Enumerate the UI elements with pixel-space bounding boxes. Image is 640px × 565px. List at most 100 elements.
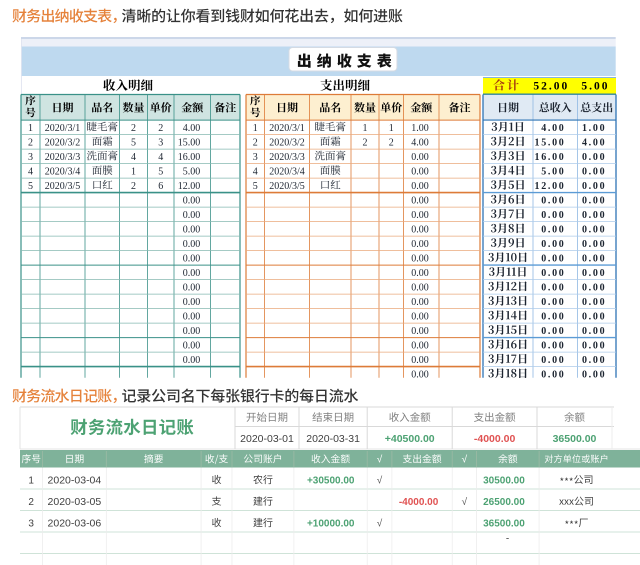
svg-text:2020/3/5: 2020/3/5: [45, 181, 81, 192]
svg-text:12.00: 12.00: [178, 181, 201, 192]
svg-text:0.00: 0.00: [582, 166, 606, 177]
svg-text:5: 5: [253, 181, 258, 192]
svg-text:0.00: 0.00: [582, 312, 606, 323]
svg-text:5: 5: [131, 137, 136, 148]
svg-text:4.00: 4.00: [183, 123, 201, 134]
svg-text:2: 2: [389, 137, 394, 148]
svg-text:0.00: 0.00: [582, 283, 606, 294]
svg-text:4.00: 4.00: [541, 123, 565, 134]
svg-text:3: 3: [158, 137, 163, 148]
svg-text:0.00: 0.00: [541, 341, 565, 352]
svg-text:0.00: 0.00: [582, 239, 606, 250]
svg-text:4: 4: [131, 152, 136, 163]
svg-text:4: 4: [158, 152, 163, 163]
svg-text:26500.00: 26500.00: [483, 497, 525, 508]
svg-text:0.00: 0.00: [183, 326, 201, 337]
svg-text:2: 2: [158, 123, 163, 134]
svg-text:0.00: 0.00: [183, 210, 201, 221]
svg-text:2020-03-05: 2020-03-05: [48, 496, 102, 508]
svg-text:0.00: 0.00: [411, 210, 429, 221]
svg-text:0.00: 0.00: [183, 254, 201, 265]
svg-text:1: 1: [389, 123, 394, 134]
svg-text:1: 1: [363, 123, 368, 134]
svg-text:15.00: 15.00: [535, 137, 566, 148]
svg-text:0.00: 0.00: [411, 181, 429, 192]
svg-text:0.00: 0.00: [411, 312, 429, 323]
svg-text:4: 4: [253, 166, 258, 177]
svg-text:0.00: 0.00: [582, 210, 606, 221]
svg-text:+30500.00: +30500.00: [307, 475, 355, 486]
svg-text:0.00: 0.00: [411, 326, 429, 337]
svg-text:0.00: 0.00: [411, 239, 429, 250]
svg-text:1.00: 1.00: [411, 123, 429, 134]
svg-text:2020/3/1: 2020/3/1: [269, 123, 305, 134]
svg-text:5: 5: [158, 166, 163, 177]
svg-text:2020/3/3: 2020/3/3: [45, 152, 81, 163]
svg-text:4: 4: [28, 166, 33, 177]
svg-text:36500.00: 36500.00: [553, 433, 597, 445]
svg-text:2020/3/2: 2020/3/2: [45, 137, 81, 148]
svg-text:0.00: 0.00: [541, 355, 565, 366]
svg-text:0.00: 0.00: [183, 341, 201, 352]
svg-text:5.00: 5.00: [581, 81, 609, 93]
svg-text:√: √: [462, 496, 468, 508]
svg-text:2020/3/4: 2020/3/4: [45, 166, 81, 177]
svg-text:0.00: 0.00: [541, 297, 565, 308]
svg-text:2020-03-06: 2020-03-06: [48, 517, 102, 529]
svg-text:30500.00: 30500.00: [483, 475, 525, 486]
svg-text:52.00: 52.00: [533, 81, 569, 93]
svg-text:0.00: 0.00: [582, 152, 606, 163]
svg-text:0.00: 0.00: [183, 283, 201, 294]
svg-text:-4000.00: -4000.00: [399, 497, 439, 508]
svg-text:0.00: 0.00: [541, 224, 565, 235]
svg-text:0.00: 0.00: [183, 297, 201, 308]
svg-text:5.00: 5.00: [183, 166, 201, 177]
svg-text:0.00: 0.00: [541, 312, 565, 323]
svg-text:0.00: 0.00: [411, 152, 429, 163]
svg-text:2020-03-31: 2020-03-31: [306, 433, 360, 445]
svg-text:2020/3/1: 2020/3/1: [45, 123, 81, 134]
svg-text:6: 6: [158, 181, 163, 192]
svg-text:0.00: 0.00: [183, 312, 201, 323]
svg-text:3: 3: [28, 152, 33, 163]
svg-text:0.00: 0.00: [411, 268, 429, 279]
svg-text:0.00: 0.00: [183, 239, 201, 250]
svg-text:0.00: 0.00: [541, 326, 565, 337]
svg-text:0.00: 0.00: [541, 254, 565, 265]
svg-text:0.00: 0.00: [183, 355, 201, 366]
svg-text:0.00: 0.00: [411, 224, 429, 235]
svg-text:0.00: 0.00: [183, 224, 201, 235]
svg-text:0.00: 0.00: [582, 254, 606, 265]
svg-text:0.00: 0.00: [411, 355, 429, 366]
svg-text:1: 1: [28, 123, 33, 134]
svg-text:2: 2: [253, 137, 258, 148]
svg-text:0.00: 0.00: [411, 166, 429, 177]
svg-text:0.00: 0.00: [582, 326, 606, 337]
svg-text:0.00: 0.00: [541, 195, 565, 206]
svg-text:-: -: [506, 534, 509, 545]
svg-text:2020-03-04: 2020-03-04: [48, 474, 102, 486]
svg-text:0.00: 0.00: [411, 297, 429, 308]
svg-text:3: 3: [253, 152, 258, 163]
svg-text:4.00: 4.00: [582, 137, 606, 148]
svg-text:2020-03-01: 2020-03-01: [240, 433, 294, 445]
svg-text:2020/3/4: 2020/3/4: [269, 166, 305, 177]
svg-text:2: 2: [363, 137, 368, 148]
svg-text:0.00: 0.00: [582, 297, 606, 308]
svg-text:0.00: 0.00: [582, 268, 606, 279]
svg-text:2020/3/5: 2020/3/5: [269, 181, 305, 192]
svg-text:√: √: [462, 454, 468, 466]
svg-text:1: 1: [28, 475, 34, 486]
svg-text:+40500.00: +40500.00: [385, 433, 435, 445]
svg-text:0.00: 0.00: [411, 195, 429, 206]
svg-text:2: 2: [131, 123, 136, 134]
svg-text:16.00: 16.00: [178, 152, 201, 163]
svg-text:0.00: 0.00: [582, 355, 606, 366]
svg-text:36500.00: 36500.00: [483, 518, 525, 529]
svg-text:0.00: 0.00: [582, 341, 606, 352]
svg-text:√: √: [377, 517, 383, 529]
svg-text:0.00: 0.00: [582, 224, 606, 235]
svg-text:2020/3/2: 2020/3/2: [269, 137, 305, 148]
svg-text:-4000.00: -4000.00: [474, 433, 516, 445]
svg-text:2: 2: [28, 137, 33, 148]
